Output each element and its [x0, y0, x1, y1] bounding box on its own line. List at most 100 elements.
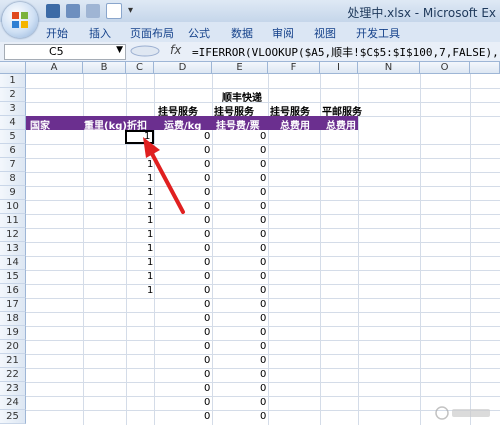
cell-d19[interactable]: 0: [204, 327, 210, 338]
cell-d5[interactable]: 0: [204, 131, 210, 142]
tab-insert[interactable]: 插入: [89, 25, 111, 41]
row-header-19[interactable]: 19: [0, 326, 26, 340]
cell-e11[interactable]: 0: [260, 215, 266, 226]
cell-c9[interactable]: 1: [147, 187, 153, 198]
cell-e7[interactable]: 0: [260, 159, 266, 170]
row-header-10[interactable]: 10: [0, 200, 26, 214]
tab-review[interactable]: 审阅: [272, 25, 294, 41]
print-preview-icon[interactable]: [106, 3, 122, 19]
row-header-4[interactable]: 4: [0, 116, 26, 130]
row-header-25[interactable]: 25: [0, 410, 26, 424]
cell-d17[interactable]: 0: [204, 299, 210, 310]
row-header-22[interactable]: 22: [0, 368, 26, 382]
cell-e14[interactable]: 0: [260, 257, 266, 268]
cell-d16[interactable]: 0: [204, 285, 210, 296]
tab-home[interactable]: 开始: [46, 25, 68, 41]
cell-e21[interactable]: 0: [260, 355, 266, 366]
cell-i4[interactable]: 总费用: [326, 117, 356, 132]
cell-e12[interactable]: 0: [260, 229, 266, 240]
cell-d24[interactable]: 0: [204, 397, 210, 408]
cell-c15[interactable]: 1: [147, 271, 153, 282]
undo-icon[interactable]: [66, 4, 80, 18]
col-header-e[interactable]: E: [212, 62, 268, 74]
cell-e2[interactable]: 顺丰快递: [222, 89, 262, 104]
cell-e13[interactable]: 0: [260, 243, 266, 254]
cell-d21[interactable]: 0: [204, 355, 210, 366]
insert-function-icon[interactable]: fx: [170, 43, 181, 57]
col-header-b[interactable]: B: [83, 62, 126, 74]
row-header-2[interactable]: 2: [0, 88, 26, 102]
cell-d12[interactable]: 0: [204, 229, 210, 240]
office-button[interactable]: [2, 2, 38, 38]
cell-e19[interactable]: 0: [260, 327, 266, 338]
cell-c8[interactable]: 1: [147, 173, 153, 184]
cell-e10[interactable]: 0: [260, 201, 266, 212]
tab-developer[interactable]: 开发工具: [356, 25, 400, 41]
col-header-c[interactable]: C: [126, 62, 154, 74]
cell-d13[interactable]: 0: [204, 243, 210, 254]
cell-d11[interactable]: 0: [204, 215, 210, 226]
cell-e4[interactable]: 挂号费/票: [216, 117, 260, 132]
cell-d20[interactable]: 0: [204, 341, 210, 352]
customize-qat-icon[interactable]: ▾: [128, 4, 142, 18]
col-header-i[interactable]: I: [320, 62, 358, 74]
cell-e8[interactable]: 0: [260, 173, 266, 184]
cell-e6[interactable]: 0: [260, 145, 266, 156]
select-all-corner[interactable]: [0, 62, 26, 74]
worksheet[interactable]: A B C D E F I N O 1 2 3 4 5 6 7 8 9 10 1…: [0, 62, 500, 425]
formula-bar-splitter-icon[interactable]: [126, 44, 164, 58]
name-box[interactable]: C5 ▼: [4, 44, 126, 60]
tab-data[interactable]: 数据: [231, 25, 253, 41]
row-header-11[interactable]: 11: [0, 214, 26, 228]
cell-c11[interactable]: 1: [147, 215, 153, 226]
cell-d6[interactable]: 0: [204, 145, 210, 156]
col-header-n[interactable]: N: [358, 62, 420, 74]
row-header-16[interactable]: 16: [0, 284, 26, 298]
cell-d18[interactable]: 0: [204, 313, 210, 324]
row-header-9[interactable]: 9: [0, 186, 26, 200]
col-header-d[interactable]: D: [154, 62, 212, 74]
col-header-a[interactable]: A: [26, 62, 83, 74]
col-header-f[interactable]: F: [268, 62, 320, 74]
row-header-20[interactable]: 20: [0, 340, 26, 354]
cell-c13[interactable]: 1: [147, 243, 153, 254]
row-header-8[interactable]: 8: [0, 172, 26, 186]
formula-input[interactable]: =IFERROR(VLOOKUP($A5,顺丰!$C$5:$I$100,7,FA…: [192, 44, 500, 60]
cell-d4[interactable]: 运费/kg: [164, 117, 201, 132]
row-header-21[interactable]: 21: [0, 354, 26, 368]
row-header-14[interactable]: 14: [0, 256, 26, 270]
cell-d25[interactable]: 0: [204, 411, 210, 422]
cell-d9[interactable]: 0: [204, 187, 210, 198]
cell-c6[interactable]: 1: [147, 145, 153, 156]
cell-d23[interactable]: 0: [204, 383, 210, 394]
tab-formulas[interactable]: 公式: [188, 25, 210, 41]
col-header-o[interactable]: O: [420, 62, 470, 74]
cell-e9[interactable]: 0: [260, 187, 266, 198]
cell-c14[interactable]: 1: [147, 257, 153, 268]
row-header-5[interactable]: 5: [0, 130, 26, 144]
row-header-18[interactable]: 18: [0, 312, 26, 326]
tab-page-layout[interactable]: 页面布局: [130, 25, 174, 41]
cell-c5[interactable]: 1: [144, 131, 150, 142]
cell-e23[interactable]: 0: [260, 383, 266, 394]
cell-e25[interactable]: 0: [260, 411, 266, 422]
save-icon[interactable]: [46, 4, 60, 18]
cell-a4[interactable]: 国家: [30, 117, 50, 132]
row-header-12[interactable]: 12: [0, 228, 26, 242]
cell-e16[interactable]: 0: [260, 285, 266, 296]
cell-d14[interactable]: 0: [204, 257, 210, 268]
chevron-down-icon[interactable]: ▼: [116, 45, 123, 55]
cell-c10[interactable]: 1: [147, 201, 153, 212]
row-header-24[interactable]: 24: [0, 396, 26, 410]
cell-f4[interactable]: 总费用: [280, 117, 310, 132]
cell-d7[interactable]: 0: [204, 159, 210, 170]
cell-c16[interactable]: 1: [147, 285, 153, 296]
cell-c12[interactable]: 1: [147, 229, 153, 240]
tab-view[interactable]: 视图: [314, 25, 336, 41]
cell-e22[interactable]: 0: [260, 369, 266, 380]
cell-e24[interactable]: 0: [260, 397, 266, 408]
row-header-23[interactable]: 23: [0, 382, 26, 396]
cell-e15[interactable]: 0: [260, 271, 266, 282]
cell-d10[interactable]: 0: [204, 201, 210, 212]
row-header-17[interactable]: 17: [0, 298, 26, 312]
